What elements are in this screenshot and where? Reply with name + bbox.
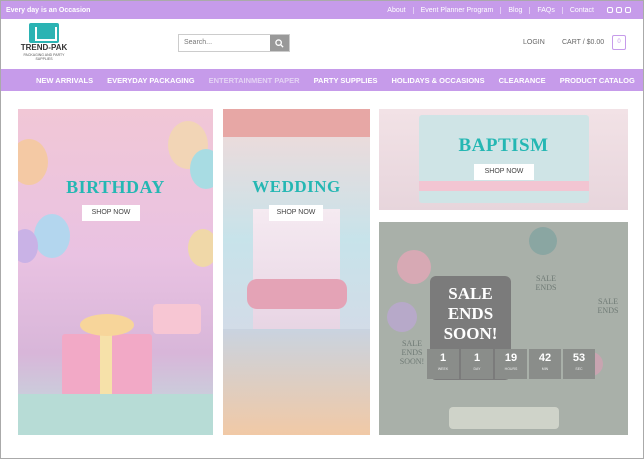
link-about[interactable]: About [380, 7, 412, 14]
countdown-label: SEC [575, 367, 583, 371]
link-event-planner[interactable]: Event Planner Program [412, 6, 501, 14]
countdown-value: 1 [473, 352, 481, 364]
site-header: TREND-PAK PACKAGING AND PARTY SUPPLIES S… [1, 19, 643, 69]
birthday-banner[interactable]: BIRTHDAY SHOP NOW [18, 109, 213, 435]
main-nav: NEW ARRIVALS EVERYDAY PACKAGING ENTERTAI… [1, 69, 643, 91]
countdown-hours: 19 HOURS [495, 349, 527, 379]
countdown-label: WEEK [437, 367, 449, 371]
top-bar: Every day is an Occasion About Event Pla… [1, 1, 643, 19]
tagline: Every day is an Occasion [6, 6, 91, 14]
email-icon[interactable] [625, 7, 631, 13]
ribbon-image [100, 334, 112, 396]
countdown-days: 1 DAY [461, 349, 493, 379]
countdown-value: 53 [572, 352, 586, 364]
cart-icon[interactable]: 0 [612, 35, 626, 50]
login-link[interactable]: LOGIN [523, 39, 545, 46]
countdown: 1 WEEK 1 DAY 19 HOURS 42 MIN 53 SEC [427, 349, 597, 379]
cake-image [153, 304, 201, 334]
link-blog[interactable]: Blog [500, 6, 529, 14]
gift-box-icon [29, 23, 59, 43]
floor-candles-image [223, 329, 370, 435]
sale-side-left: SALE ENDS SOON! [399, 339, 425, 366]
nav-new-arrivals[interactable]: NEW ARRIVALS [36, 76, 93, 85]
decor-ball-image [387, 302, 417, 332]
nav-everyday-packaging[interactable]: EVERYDAY PACKAGING [107, 76, 195, 85]
wedding-banner[interactable]: WEDDING SHOP NOW [223, 109, 370, 435]
countdown-minutes: 42 MIN [529, 349, 561, 379]
search-input[interactable]: Search... [179, 35, 270, 51]
social-icons [607, 7, 631, 13]
flowers-image [247, 279, 347, 309]
logo-subtitle: PACKAGING AND PARTY SUPPLIES [23, 53, 65, 61]
nav-product-catalog[interactable]: PRODUCT CATALOG [560, 76, 635, 85]
countdown-label: HOURS [504, 367, 518, 371]
link-faqs[interactable]: FAQs [529, 6, 562, 14]
countdown-label: MIN [541, 367, 549, 371]
search-icon [275, 38, 284, 48]
nav-clearance[interactable]: CLEARANCE [499, 76, 546, 85]
countdown-value: 42 [538, 352, 552, 364]
countdown-weeks: 1 WEEK [427, 349, 459, 379]
cart-link[interactable]: CART / $0.00 [562, 39, 604, 46]
countdown-label: DAY [473, 367, 481, 371]
logo[interactable]: TREND-PAK PACKAGING AND PARTY SUPPLIES [19, 23, 69, 65]
page: Every day is an Occasion About Event Pla… [0, 0, 644, 459]
baptism-banner[interactable]: BAPTISM SHOP NOW [379, 109, 628, 210]
search-button[interactable] [270, 35, 289, 51]
wedding-title: WEDDING [252, 177, 341, 196]
top-links: About Event Planner Program Blog FAQs Co… [380, 6, 643, 14]
sale-side-right: SALE ENDS [597, 297, 619, 315]
countdown-value: 1 [439, 352, 447, 364]
link-contact[interactable]: Contact [561, 6, 601, 14]
flower-garland-image [223, 109, 370, 137]
birthday-shop-button[interactable]: SHOP NOW [82, 205, 140, 221]
sale-banner[interactable]: SALE ENDS SOON! SALE ENDS SOON! SALE END… [379, 222, 628, 435]
countdown-value: 19 [504, 352, 518, 364]
bow-image [80, 314, 134, 336]
balloon-image [188, 229, 213, 267]
wedding-shop-button[interactable]: SHOP NOW [269, 205, 323, 221]
facebook-icon[interactable] [607, 7, 613, 13]
search-bar: Search... [178, 34, 290, 52]
instagram-icon[interactable] [616, 7, 622, 13]
curtain-image [253, 209, 340, 329]
decor-ball-image [529, 227, 557, 255]
birthday-title: BIRTHDAY [66, 177, 165, 197]
countdown-seconds: 53 SEC [563, 349, 595, 379]
baptism-title: BAPTISM [458, 135, 549, 156]
decor-ball-image [397, 250, 431, 284]
ribbon-image [419, 181, 589, 191]
pedestal-image [449, 407, 559, 429]
sale-title: SALE ENDS SOON! [443, 284, 498, 343]
logo-name: TREND-PAK [20, 43, 68, 52]
nav-holidays-occasions[interactable]: HOLIDAYS & OCCASIONS [392, 76, 485, 85]
sale-side-top: SALE ENDS [535, 274, 557, 292]
baptism-shop-button[interactable]: SHOP NOW [474, 164, 534, 180]
balloon-image [34, 214, 70, 258]
nav-party-supplies[interactable]: PARTY SUPPLIES [314, 76, 378, 85]
nav-entertainment-paper[interactable]: ENTERTAINMENT PAPER [209, 76, 300, 85]
table-image [18, 394, 213, 435]
